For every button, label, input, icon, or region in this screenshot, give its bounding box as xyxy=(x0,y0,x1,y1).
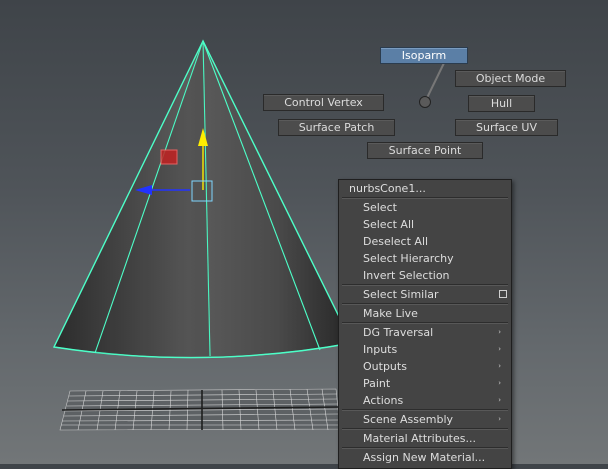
menu-item-deselect-all[interactable]: Deselect All xyxy=(339,233,511,250)
submenu-arrow-icon: › xyxy=(498,379,501,387)
marking-menu-control-vertex[interactable]: Control Vertex xyxy=(263,94,384,111)
menu-item-scene-assembly[interactable]: Scene Assembly › xyxy=(339,411,511,428)
option-box-icon[interactable] xyxy=(499,290,507,298)
marking-menu-surface-patch[interactable]: Surface Patch xyxy=(278,119,395,136)
menu-item-label: Select Hierarchy xyxy=(363,252,454,265)
menu-item-label: Select Similar xyxy=(363,288,439,301)
menu-item-label: Outputs xyxy=(363,360,407,373)
menu-item-select[interactable]: Select xyxy=(339,199,511,216)
marking-menu-isoparm[interactable]: Isoparm xyxy=(380,47,468,64)
submenu-arrow-icon: › xyxy=(498,345,501,353)
submenu-arrow-icon: › xyxy=(498,328,501,336)
menu-item-make-live[interactable]: Make Live xyxy=(339,305,511,322)
submenu-arrow-icon: › xyxy=(498,396,501,404)
menu-item-label: Paint xyxy=(363,377,391,390)
menu-item-label: Select All xyxy=(363,218,415,231)
context-menu-title: nurbsCone1... xyxy=(349,182,426,195)
menu-item-select-similar[interactable]: Select Similar xyxy=(339,286,511,303)
nurbs-cone[interactable] xyxy=(52,39,354,359)
menu-item-actions[interactable]: Actions › xyxy=(339,392,511,409)
menu-item-material-attributes[interactable]: Material Attributes... xyxy=(339,430,511,447)
ground-grid xyxy=(59,388,341,431)
viewport-3d[interactable]: Isoparm Object Mode Control Vertex Hull … xyxy=(0,0,608,469)
menu-item-inputs[interactable]: Inputs › xyxy=(339,341,511,358)
menu-item-label: Deselect All xyxy=(363,235,429,248)
menu-item-label: Make Live xyxy=(363,307,418,320)
menu-item-paint[interactable]: Paint › xyxy=(339,375,511,392)
menu-item-label: Material Attributes... xyxy=(363,432,476,445)
menu-item-invert-selection[interactable]: Invert Selection xyxy=(339,267,511,284)
submenu-arrow-icon: › xyxy=(498,415,501,423)
menu-item-select-hierarchy[interactable]: Select Hierarchy xyxy=(339,250,511,267)
context-menu: nurbsCone1... Select Select All Deselect… xyxy=(338,179,512,469)
menu-item-label: Invert Selection xyxy=(363,269,450,282)
menu-item-label: Actions xyxy=(363,394,404,407)
menu-item-label: Select xyxy=(363,201,397,214)
marking-menu-object-mode[interactable]: Object Mode xyxy=(455,70,566,87)
submenu-arrow-icon: › xyxy=(498,362,501,370)
menu-item-assign-new-material[interactable]: Assign New Material... xyxy=(339,449,511,466)
menu-item-label: DG Traversal xyxy=(363,326,434,339)
marking-menu-hull[interactable]: Hull xyxy=(468,95,535,112)
marking-menu-surface-uv[interactable]: Surface UV xyxy=(455,119,558,136)
menu-item-select-all[interactable]: Select All xyxy=(339,216,511,233)
menu-item-outputs[interactable]: Outputs › xyxy=(339,358,511,375)
menu-item-label: Assign New Material... xyxy=(363,451,486,464)
menu-item-label: Scene Assembly xyxy=(363,413,454,426)
marking-menu-connector xyxy=(419,62,445,108)
marking-menu-surface-point[interactable]: Surface Point xyxy=(367,142,483,159)
menu-item-label: Inputs xyxy=(363,343,398,356)
menu-item-dg-traversal[interactable]: DG Traversal › xyxy=(339,324,511,341)
